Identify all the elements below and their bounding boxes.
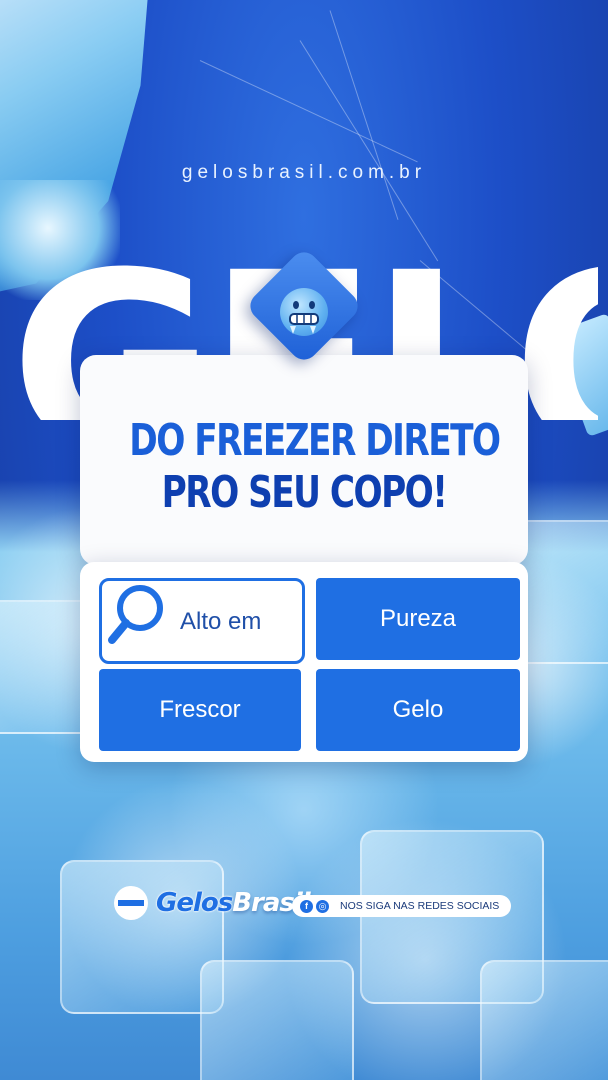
- instagram-icon[interactable]: ◎: [316, 899, 329, 913]
- search-tile-label: Alto em: [180, 608, 262, 635]
- headline: DO FREEZER DIRETO PRO SEU COPO!: [80, 415, 528, 519]
- tile-gelo[interactable]: Gelo: [316, 669, 520, 751]
- headline-line-2: PRO SEU COPO!: [161, 467, 448, 518]
- cold-face-emoji-icon: [280, 288, 328, 336]
- crack-line: [199, 60, 418, 163]
- social-text: NOS SIGA NAS REDES SOCIAIS: [340, 900, 500, 912]
- tile-frescor[interactable]: Frescor: [99, 669, 301, 751]
- crack-line: [329, 10, 399, 220]
- poster: gelosbrasil.com.br GELO DO FREEZER DIRET…: [0, 0, 608, 1080]
- facebook-icon[interactable]: f: [300, 899, 313, 913]
- brand-logo-text: GelosBrasil: [156, 888, 311, 918]
- ice-cube: [200, 960, 354, 1080]
- brand-logo: GelosBrasil: [114, 886, 311, 920]
- headline-line-1: DO FREEZER DIRETO: [129, 415, 501, 466]
- brand-part-1: Gelos: [156, 888, 233, 918]
- crack-line: [299, 40, 439, 262]
- tile-pureza[interactable]: Pureza: [316, 578, 520, 660]
- site-url: gelosbrasil.com.br: [181, 162, 427, 183]
- ice-cube: [480, 960, 608, 1080]
- magnifier-icon: [108, 582, 168, 661]
- social-pill[interactable]: f ◎ NOS SIGA NAS REDES SOCIAIS: [292, 895, 512, 917]
- brand-logo-icon: [114, 886, 148, 920]
